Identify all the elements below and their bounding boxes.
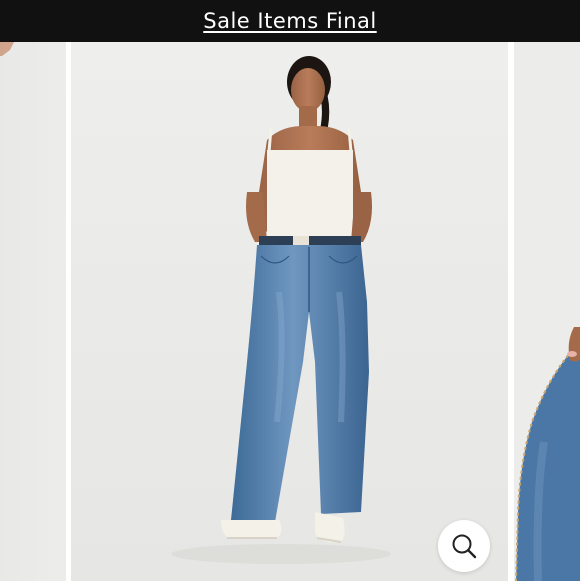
product-image-carousel[interactable] [0,42,580,581]
zoom-button[interactable] [438,520,490,572]
next-product-image[interactable] [514,42,580,581]
search-icon [452,534,477,559]
previous-image-graphic [0,42,66,581]
main-product-image[interactable] [71,42,508,581]
announcement-banner: Sale Items Final [0,0,580,42]
sale-banner-link[interactable]: Sale Items Final [203,9,376,33]
model-wearing-flare-jeans [71,42,508,581]
previous-product-image[interactable] [0,42,66,581]
next-image-jeans-closeup [514,42,580,581]
